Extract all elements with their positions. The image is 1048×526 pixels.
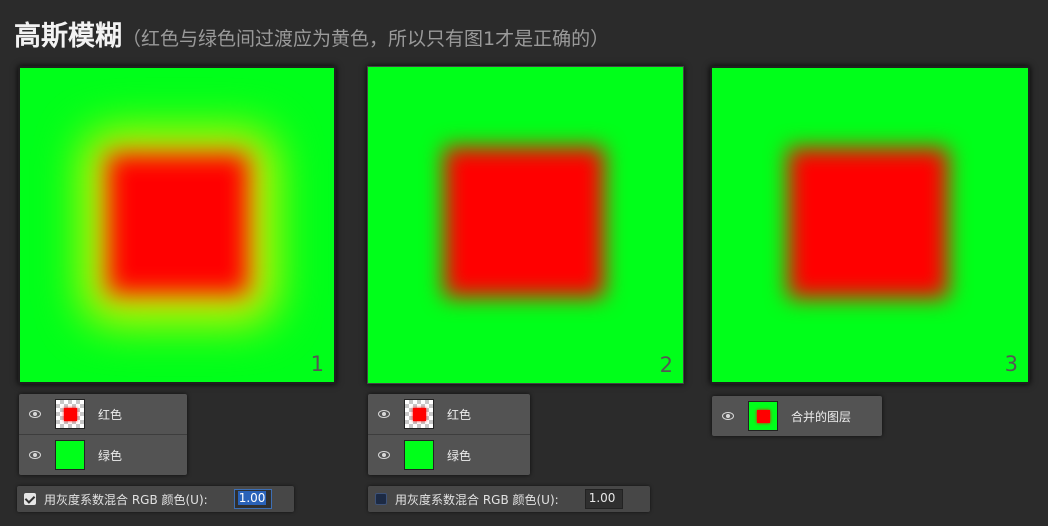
page-title: 高斯模糊（红色与绿色间过渡应为黄色，所以只有图1才是正确的）: [14, 14, 609, 53]
layer-name: 绿色: [447, 448, 472, 463]
layers-panel-3: 合并的图层: [712, 396, 882, 436]
gamma-blend-option-2: 用灰度系数混合 RGB 颜色(U): 1.00: [368, 486, 650, 512]
layer-row-merged[interactable]: 合并的图层: [712, 396, 882, 436]
panel-number: 1: [310, 352, 324, 376]
layer-row-green[interactable]: 绿色: [19, 435, 187, 475]
title-main: 高斯模糊: [14, 21, 122, 52]
gamma-blend-label: 用灰度系数混合 RGB 颜色(U):: [395, 492, 559, 507]
canvas-preview-3: 3: [710, 66, 1030, 384]
layer-name: 红色: [98, 407, 123, 422]
blurred-red-square: [788, 148, 948, 298]
layer-row-red[interactable]: 红色: [368, 394, 530, 435]
eye-icon[interactable]: [378, 410, 390, 418]
layer-row-red[interactable]: 红色: [19, 394, 187, 435]
layer-name: 合并的图层: [791, 409, 852, 424]
eye-icon[interactable]: [29, 451, 41, 459]
gamma-value-input[interactable]: 1.00: [584, 489, 623, 509]
blurred-red-square: [444, 147, 604, 297]
gamma-blend-option-1: 用灰度系数混合 RGB 颜色(U): 1.00: [17, 486, 294, 512]
title-subtitle: （红色与绿色间过渡应为黄色，所以只有图1才是正确的）: [122, 28, 610, 50]
panel-number: 3: [1004, 352, 1018, 376]
blurred-red-square: [108, 154, 248, 294]
layer-thumbnail: [404, 440, 434, 470]
layers-panel-1: 红色 绿色: [19, 394, 187, 475]
layer-row-green[interactable]: 绿色: [368, 435, 530, 475]
layer-name: 绿色: [98, 448, 123, 463]
gamma-value-input[interactable]: 1.00: [233, 489, 272, 509]
layer-thumbnail: [404, 399, 434, 429]
layer-thumbnail: [55, 399, 85, 429]
gamma-blend-checkbox[interactable]: [375, 493, 387, 505]
layers-panel-2: 红色 绿色: [368, 394, 530, 475]
layer-thumbnail: [748, 401, 778, 431]
gamma-blend-checkbox[interactable]: [24, 493, 36, 505]
eye-icon[interactable]: [722, 412, 734, 420]
layer-thumbnail: [55, 440, 85, 470]
panel-number: 2: [659, 353, 673, 377]
layer-name: 红色: [447, 407, 472, 422]
eye-icon[interactable]: [29, 410, 41, 418]
eye-icon[interactable]: [378, 451, 390, 459]
canvas-preview-2: 2: [367, 66, 684, 384]
gamma-blend-label: 用灰度系数混合 RGB 颜色(U):: [44, 492, 208, 507]
canvas-preview-1: 1: [18, 66, 336, 384]
